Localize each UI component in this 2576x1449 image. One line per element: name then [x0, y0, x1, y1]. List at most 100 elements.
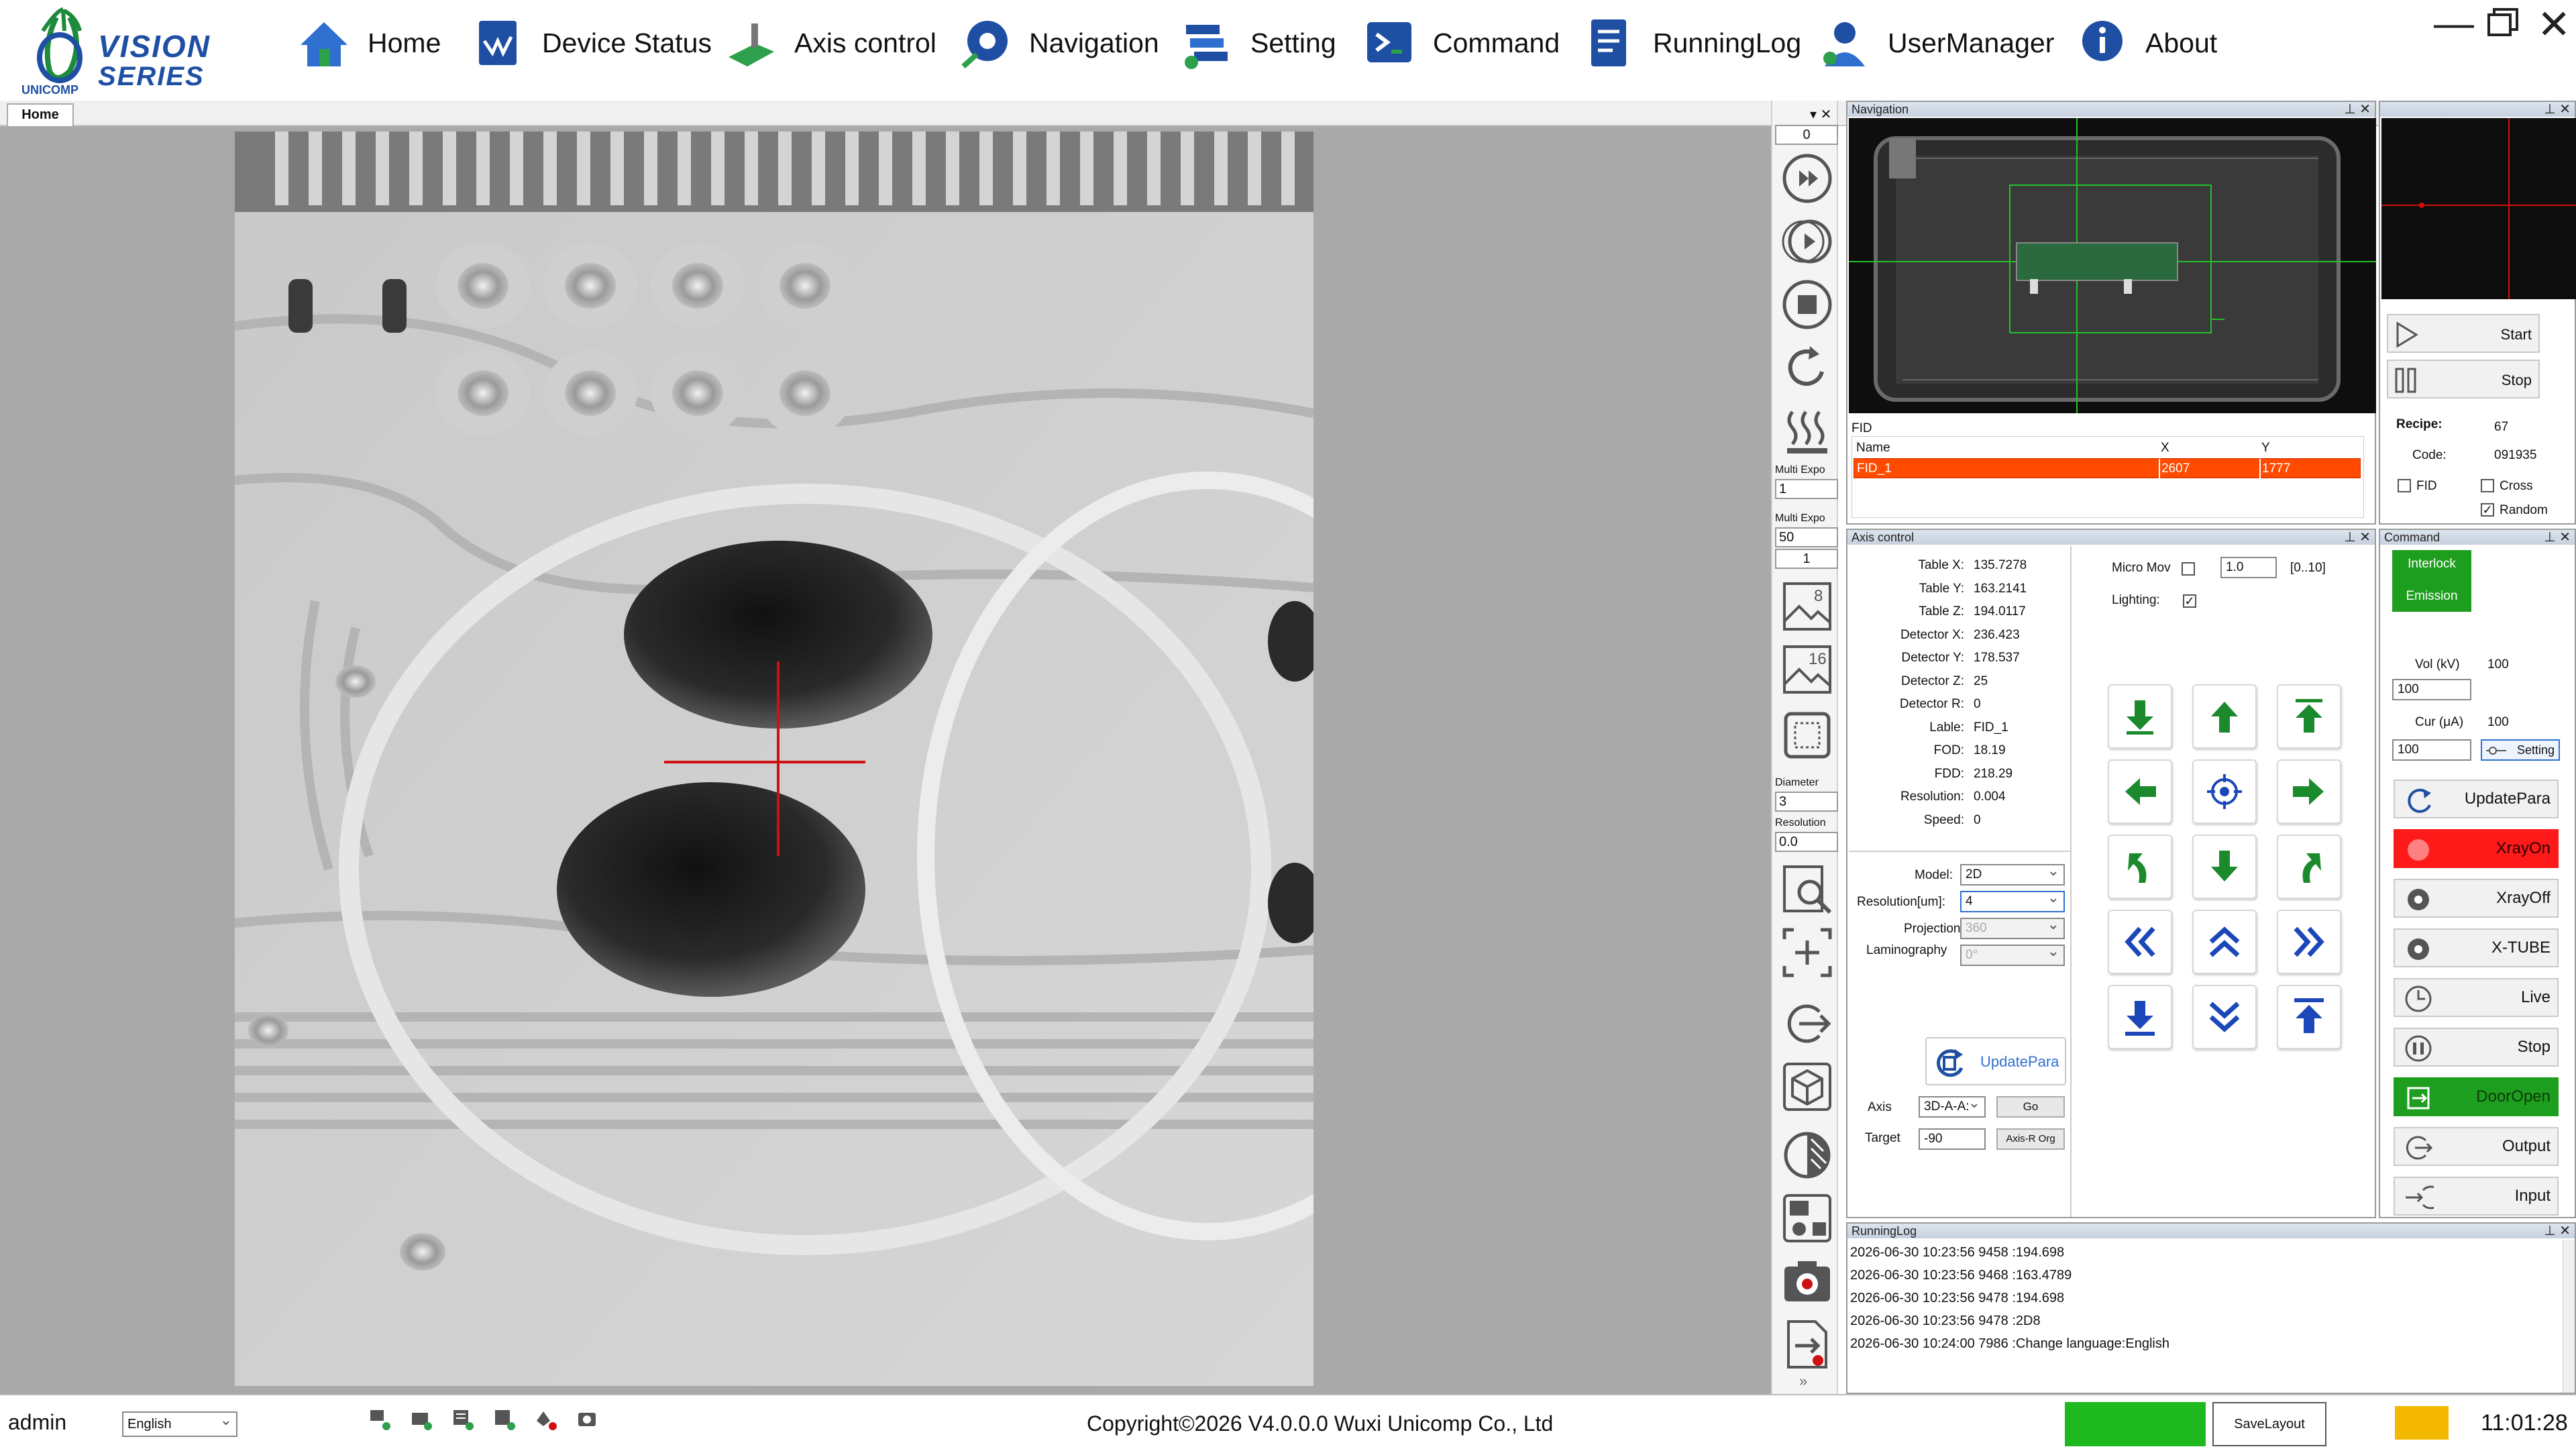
axis-panel-close-icon[interactable]: ⊥ ✕ — [2344, 530, 2371, 545]
refresh-icon[interactable] — [1779, 339, 1835, 396]
play-forward-icon[interactable] — [1779, 150, 1835, 207]
menu-setting[interactable]: Setting — [1178, 9, 1336, 76]
target-input[interactable]: -90 — [1919, 1128, 1986, 1150]
menu-user-manager[interactable]: UserManager — [1815, 9, 2054, 76]
table-y-up-button[interactable] — [2192, 684, 2257, 749]
side-panel-close-icon[interactable]: ⊥ ✕ — [2544, 102, 2571, 117]
target-icon — [2207, 774, 2242, 809]
go-button[interactable]: Go — [1996, 1096, 2065, 1118]
output-button[interactable]: Output — [2394, 1127, 2559, 1166]
projection-select[interactable]: 360 — [1960, 915, 2065, 939]
toolstrip-more[interactable]: » — [1799, 1373, 1807, 1390]
xray-image-viewer[interactable] — [0, 126, 1771, 1394]
live-button[interactable]: Live — [2394, 978, 2559, 1017]
table-x-right-button[interactable] — [2277, 759, 2341, 824]
table-z-up-button[interactable] — [2277, 684, 2341, 749]
device-status-icon — [479, 21, 517, 65]
laminography-select[interactable]: 0° — [1960, 942, 2065, 966]
diameter-input[interactable]: 3 — [1775, 792, 1838, 812]
toolstrip-pin-icon[interactable]: ▾ ✕ — [1810, 106, 1831, 123]
table-z-down-button[interactable] — [2108, 684, 2172, 749]
x-tube-button[interactable]: X-TUBE — [2394, 928, 2559, 967]
overview-camera-view[interactable] — [2381, 118, 2576, 299]
save-image-8-icon[interactable]: 8 — [1779, 578, 1835, 635]
lighting-checkbox[interactable]: ✓ — [2183, 594, 2196, 608]
tab-home[interactable]: Home — [7, 103, 74, 126]
3d-cube-icon[interactable] — [1779, 1059, 1835, 1115]
menu-home[interactable]: Home — [295, 9, 441, 76]
continuous-play-icon[interactable] — [1779, 213, 1835, 270]
export-file-icon[interactable] — [1779, 1316, 1835, 1373]
save-image-16-icon[interactable]: 16 — [1779, 641, 1835, 698]
contrast-icon[interactable] — [1779, 1127, 1835, 1183]
navigation-camera-view[interactable] — [1849, 118, 2376, 413]
panel-close-icon[interactable]: ⊥ ✕ — [2344, 102, 2371, 117]
menu-device-status[interactable]: Device Status — [470, 9, 712, 76]
table-x-left-button[interactable] — [2108, 759, 2172, 824]
detector-fast-left-button[interactable] — [2108, 910, 2172, 974]
resolution-input[interactable]: 0.0 — [1775, 832, 1838, 852]
snapshot-camera-icon[interactable] — [1779, 1253, 1835, 1309]
save-layout-button[interactable]: SaveLayout — [2212, 1402, 2326, 1446]
crosshair-select-icon[interactable] — [1779, 924, 1835, 981]
menu-about[interactable]: About — [2073, 9, 2217, 76]
xrayoff-button[interactable]: XrayOff — [2394, 879, 2559, 918]
axis-update-para-button[interactable]: UpdatePara — [1925, 1037, 2066, 1085]
axis-select[interactable]: 3D-A-A: — [1919, 1093, 1986, 1118]
nav-stop-button[interactable]: Stop — [2387, 360, 2540, 398]
fid-checkbox[interactable] — [2398, 479, 2411, 492]
menu-command[interactable]: Command — [1360, 9, 1560, 76]
maximize-button[interactable] — [2486, 7, 2520, 38]
xrayon-button[interactable]: XrayOn — [2394, 829, 2559, 868]
micro-move-checkbox[interactable] — [2182, 562, 2195, 576]
center-target-button[interactable] — [2192, 759, 2257, 824]
detector-fast-down-button[interactable] — [2192, 985, 2257, 1049]
close-window-button[interactable]: ✕ — [2537, 1, 2571, 48]
input-button[interactable]: Input — [2394, 1177, 2559, 1216]
minimize-button[interactable]: — — [2434, 0, 2474, 46]
dooropen-button[interactable]: DoorOpen — [2394, 1077, 2559, 1116]
detector-z-down-button[interactable] — [2108, 985, 2172, 1049]
vol-input[interactable]: 100 — [2392, 679, 2471, 700]
heat-icon[interactable] — [1779, 402, 1835, 459]
menu-running-log[interactable]: RunningLog — [1580, 9, 1801, 76]
code-label: Code: — [2412, 448, 2447, 462]
multi-expo-input-1[interactable]: 1 — [1775, 479, 1838, 499]
micro-move-input[interactable]: 1.0 — [2220, 557, 2277, 578]
model-select[interactable]: 2D — [1960, 861, 2065, 885]
rotate-right-button[interactable] — [2277, 835, 2341, 899]
stop-icon[interactable] — [1779, 276, 1835, 333]
rotate-left-button[interactable] — [2108, 835, 2172, 899]
multi-expo-input-3[interactable]: 1 — [1775, 549, 1838, 569]
nav-start-button[interactable]: Start — [2387, 314, 2540, 353]
table-y-down-button[interactable] — [2192, 835, 2257, 899]
axis-value-label: Lable: — [1929, 720, 1964, 735]
menu-axis-control[interactable]: Axis control — [722, 9, 936, 76]
export-arrow-icon[interactable] — [1779, 996, 1835, 1052]
detector-fast-up-button[interactable] — [2192, 910, 2257, 974]
resolution-um-select[interactable]: 4 — [1960, 888, 2065, 912]
layout-blocks-icon[interactable] — [1779, 1190, 1835, 1246]
xray-image[interactable] — [235, 131, 1313, 1386]
running-log-close-icon[interactable]: ⊥ ✕ — [2544, 1224, 2571, 1238]
random-checkbox[interactable]: ✓ — [2481, 503, 2494, 517]
stop-button[interactable]: Stop — [2394, 1028, 2559, 1067]
running-log-scrollbar[interactable] — [2563, 1240, 2575, 1393]
fid-table-row[interactable]: FID_1 2607 1777 — [1854, 458, 2361, 479]
detector-fast-right-button[interactable] — [2277, 910, 2341, 974]
multi-expo-input-2[interactable]: 50 — [1775, 527, 1838, 547]
axis-r-org-button[interactable]: Axis-R Org — [1996, 1128, 2065, 1150]
updatepara-button[interactable]: UpdatePara — [2394, 780, 2559, 818]
cross-checkbox[interactable] — [2481, 479, 2494, 492]
detector-z-up-button[interactable] — [2277, 985, 2341, 1049]
vol-label: Vol (kV) — [2415, 657, 2460, 672]
cur-setting-button[interactable]: Setting — [2481, 739, 2560, 761]
detector-status-icon — [453, 1410, 474, 1430]
cur-input[interactable]: 100 — [2392, 739, 2471, 761]
language-select[interactable]: English — [122, 1409, 237, 1437]
roi-frame-icon[interactable] — [1779, 707, 1835, 763]
menu-navigation[interactable]: Navigation — [957, 9, 1159, 76]
frame-counter[interactable]: 0 — [1775, 125, 1838, 145]
command-panel-close-icon[interactable]: ⊥ ✕ — [2544, 530, 2571, 545]
zoom-inspect-icon[interactable] — [1779, 861, 1835, 918]
